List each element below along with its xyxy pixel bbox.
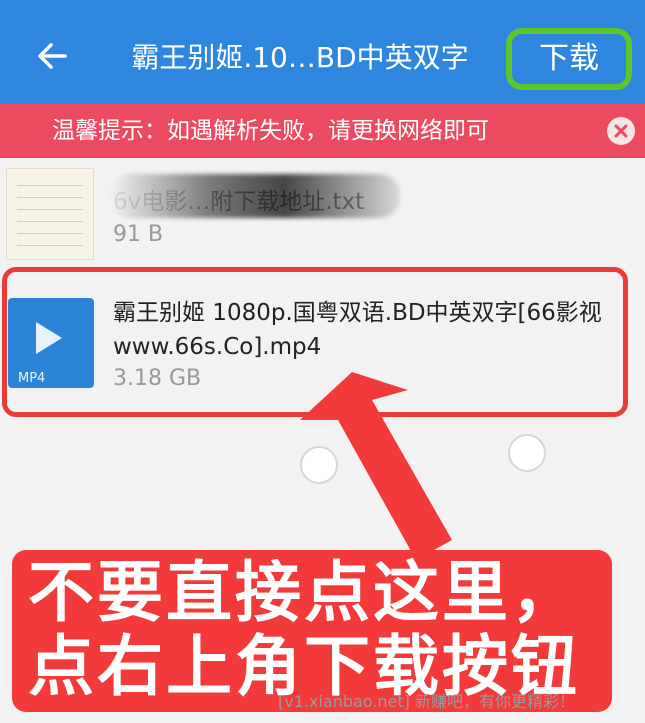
callout-text: 不要直接点这里， 点右上角下载按钮 <box>28 556 618 704</box>
callout-line-1: 不要直接点这里， <box>28 554 580 631</box>
watermark: [v1.xianbao.net] 新赚吧，有你更精彩！ <box>278 692 575 711</box>
